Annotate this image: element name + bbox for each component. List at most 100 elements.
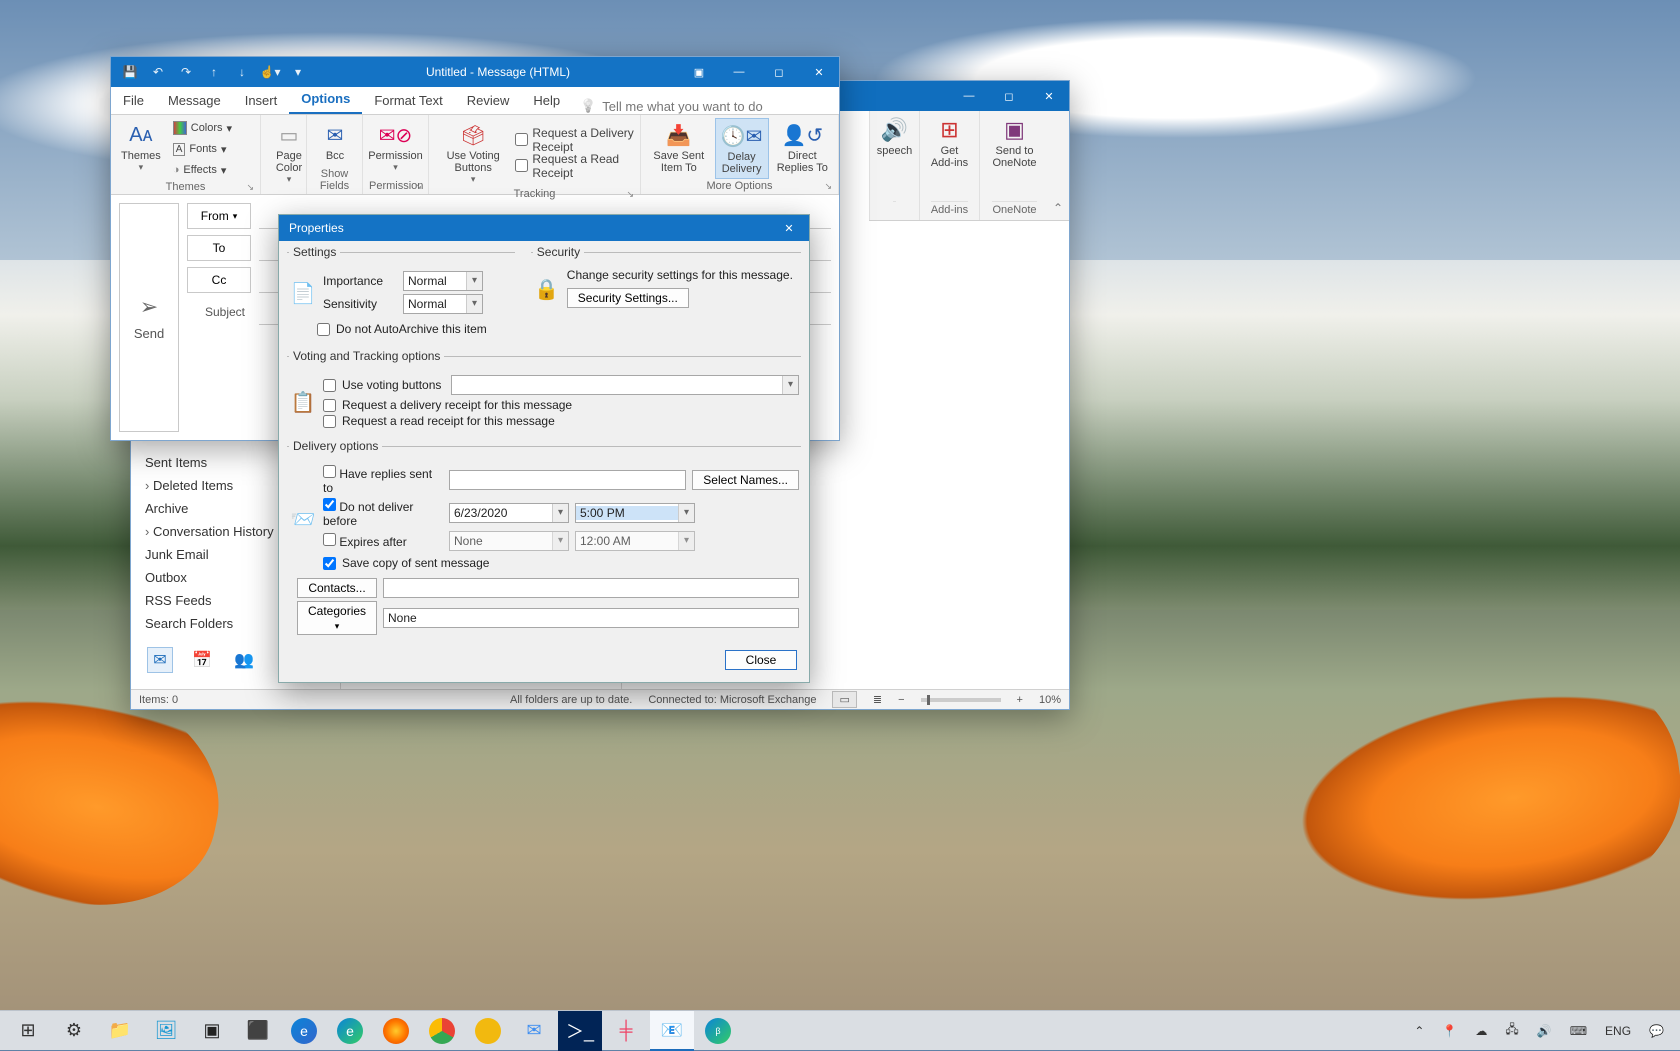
nav-calendar-icon[interactable]: 📅 <box>189 647 215 673</box>
fonts-button[interactable]: AFonts ▾ <box>169 139 236 159</box>
tab-format-text[interactable]: Format Text <box>362 89 454 114</box>
edge-icon[interactable]: e <box>282 1011 326 1051</box>
qat-touch-icon[interactable]: ☝▾ <box>259 65 281 79</box>
effects-button[interactable]: ◑Effects ▾ <box>169 160 236 180</box>
save-copy-checkbox[interactable]: Save copy of sent message <box>323 556 489 570</box>
sensitivity-select[interactable]: Normal▾ <box>403 294 483 314</box>
tab-help[interactable]: Help <box>521 89 572 114</box>
tab-file[interactable]: File <box>111 89 156 114</box>
contacts-button[interactable]: Contacts... <box>297 578 377 598</box>
use-voting-buttons-checkbox[interactable]: Use voting buttons <box>323 378 441 392</box>
app-icon[interactable]: ╪ <box>604 1011 648 1051</box>
qat-customize-icon[interactable]: ▾ <box>287 65 309 79</box>
mail-icon[interactable]: ✉ <box>512 1011 556 1051</box>
close-button[interactable]: Close <box>725 650 797 670</box>
tray-keyboard-icon[interactable]: ⌨ <box>1566 1024 1591 1038</box>
select-names-button[interactable]: Select Names... <box>692 470 799 490</box>
tray-onedrive-icon[interactable]: ☁ <box>1471 1024 1491 1038</box>
zoom-slider[interactable] <box>921 698 1001 702</box>
direct-replies-to-button[interactable]: 👤↺Direct Replies To <box>773 118 832 179</box>
settings-icon[interactable]: ⚙ <box>52 1011 96 1051</box>
tab-options[interactable]: Options <box>289 87 362 114</box>
have-replies-sent-to-checkbox[interactable]: Have replies sent to <box>323 465 443 495</box>
tray-chevron-icon[interactable]: ⌃ <box>1410 1024 1428 1038</box>
get-addins-button[interactable]: ⊞ Get Add-ins Add-ins <box>919 111 979 220</box>
from-button[interactable]: From ▾ <box>187 203 251 229</box>
ribbon-display-button[interactable]: ▣ <box>679 57 719 87</box>
replies-to-field[interactable] <box>449 470 686 490</box>
delay-delivery-button[interactable]: 🕓✉Delay Delivery <box>715 118 769 179</box>
file-explorer-icon[interactable]: 📁 <box>98 1011 142 1051</box>
page-color-button[interactable]: ▭Page Color▾ <box>261 115 307 194</box>
send-button[interactable]: ➢ Send <box>119 203 179 432</box>
tell-me-search[interactable]: Tell me what you want to do <box>580 98 763 114</box>
to-button[interactable]: To <box>187 235 251 261</box>
deliver-before-time[interactable]: 5:00 PM▾ <box>575 503 695 523</box>
permission-button[interactable]: ✉⊘Permission▾ <box>369 118 422 179</box>
do-not-deliver-before-checkbox[interactable]: Do not deliver before <box>323 498 443 528</box>
cc-button[interactable]: Cc <box>187 267 251 293</box>
expires-date[interactable]: None▾ <box>449 531 569 551</box>
expires-time[interactable]: 12:00 AM▾ <box>575 531 695 551</box>
outlook-taskbar-icon[interactable]: 📧 <box>650 1011 694 1051</box>
qat-up-icon[interactable]: ↑ <box>203 65 225 79</box>
themes-button[interactable]: Aᴀ Themes ▾ <box>117 118 165 180</box>
nav-people-icon[interactable]: 👥 <box>231 647 257 673</box>
zoom-in[interactable]: + <box>1017 694 1023 706</box>
start-button[interactable]: ⊞ <box>6 1011 50 1051</box>
tray-location-icon[interactable]: 📍 <box>1438 1024 1461 1038</box>
edge-beta-icon[interactable]: e <box>328 1011 372 1051</box>
colors-button[interactable]: Colors ▾ <box>169 118 236 138</box>
properties-close-icon[interactable]: ✕ <box>769 213 809 243</box>
chrome-icon[interactable] <box>420 1011 464 1051</box>
qat-down-icon[interactable]: ↓ <box>231 65 253 79</box>
maximize-button[interactable]: ◻ <box>759 57 799 87</box>
tray-language[interactable]: ENG <box>1601 1024 1635 1038</box>
tab-message[interactable]: Message <box>156 89 233 114</box>
tab-insert[interactable]: Insert <box>233 89 290 114</box>
tab-review[interactable]: Review <box>455 89 522 114</box>
qat-save-icon[interactable]: 💾 <box>119 65 141 79</box>
minimize-button[interactable]: — <box>949 81 989 111</box>
speech-group[interactable]: 🔊 speech <box>869 111 919 220</box>
voting-buttons-combo[interactable]: ▾ <box>451 375 799 395</box>
categories-button[interactable]: Categories ▾ <box>297 601 377 635</box>
save-sent-item-to-button[interactable]: 📥Save Sent Item To <box>647 118 711 179</box>
collapse-ribbon-button[interactable]: ⌃ <box>1053 201 1063 215</box>
zoom-out[interactable]: − <box>898 694 904 706</box>
powershell-icon[interactable]: ＞_ <box>558 1011 602 1051</box>
qat-redo-icon[interactable]: ↷ <box>175 65 197 79</box>
cmd-icon[interactable]: ⬛ <box>236 1011 280 1051</box>
properties-titlebar[interactable]: Properties ✕ <box>279 215 809 241</box>
deliver-before-date[interactable]: 6/23/2020▾ <box>449 503 569 523</box>
minimize-button[interactable]: — <box>719 57 759 87</box>
do-not-autoarchive-checkbox[interactable]: Do not AutoArchive this item <box>317 322 487 336</box>
request-delivery-receipt-checkbox[interactable]: Request a Delivery Receipt <box>515 130 634 150</box>
contacts-field[interactable] <box>383 578 799 598</box>
request-read-receipt-checkbox[interactable]: Request a Read Receipt <box>515 156 634 176</box>
terminal-icon[interactable]: ▣ <box>190 1011 234 1051</box>
app2-icon[interactable]: β <box>696 1011 740 1051</box>
view-normal-icon[interactable]: ▭ <box>832 691 856 708</box>
nav-mail-icon[interactable]: ✉ <box>147 647 173 673</box>
send-to-onenote-button[interactable]: ▣ Send to OneNote OneNote <box>979 111 1049 220</box>
expires-after-checkbox[interactable]: Expires after <box>323 533 443 549</box>
tray-action-center-icon[interactable]: 💬 <box>1645 1024 1668 1038</box>
close-button[interactable]: ✕ <box>799 57 839 87</box>
bcc-button[interactable]: ✉Bcc <box>313 118 357 167</box>
use-voting-buttons-button[interactable]: 🗳Use Voting Buttons▾ <box>435 118 511 187</box>
view-reading-icon[interactable]: ≣ <box>873 693 882 706</box>
request-read-receipt-checkbox[interactable]: Request a read receipt for this message <box>323 414 799 428</box>
chrome-canary-icon[interactable] <box>466 1011 510 1051</box>
tray-volume-icon[interactable]: 🔊 <box>1533 1024 1556 1038</box>
maximize-button[interactable]: ◻ <box>989 81 1029 111</box>
security-settings-button[interactable]: Security Settings... <box>567 288 689 308</box>
tray-network-icon[interactable]: 🖧 <box>1501 1020 1522 1041</box>
categories-field[interactable]: None <box>383 608 799 628</box>
close-button[interactable]: ✕ <box>1029 81 1069 111</box>
photos-icon[interactable]: 🖼 <box>144 1011 188 1051</box>
request-delivery-receipt-checkbox[interactable]: Request a delivery receipt for this mess… <box>323 398 799 412</box>
qat-undo-icon[interactable]: ↶ <box>147 65 169 79</box>
importance-select[interactable]: Normal▾ <box>403 271 483 291</box>
message-titlebar[interactable]: 💾 ↶ ↷ ↑ ↓ ☝▾ ▾ Untitled - Message (HTML)… <box>111 57 839 87</box>
